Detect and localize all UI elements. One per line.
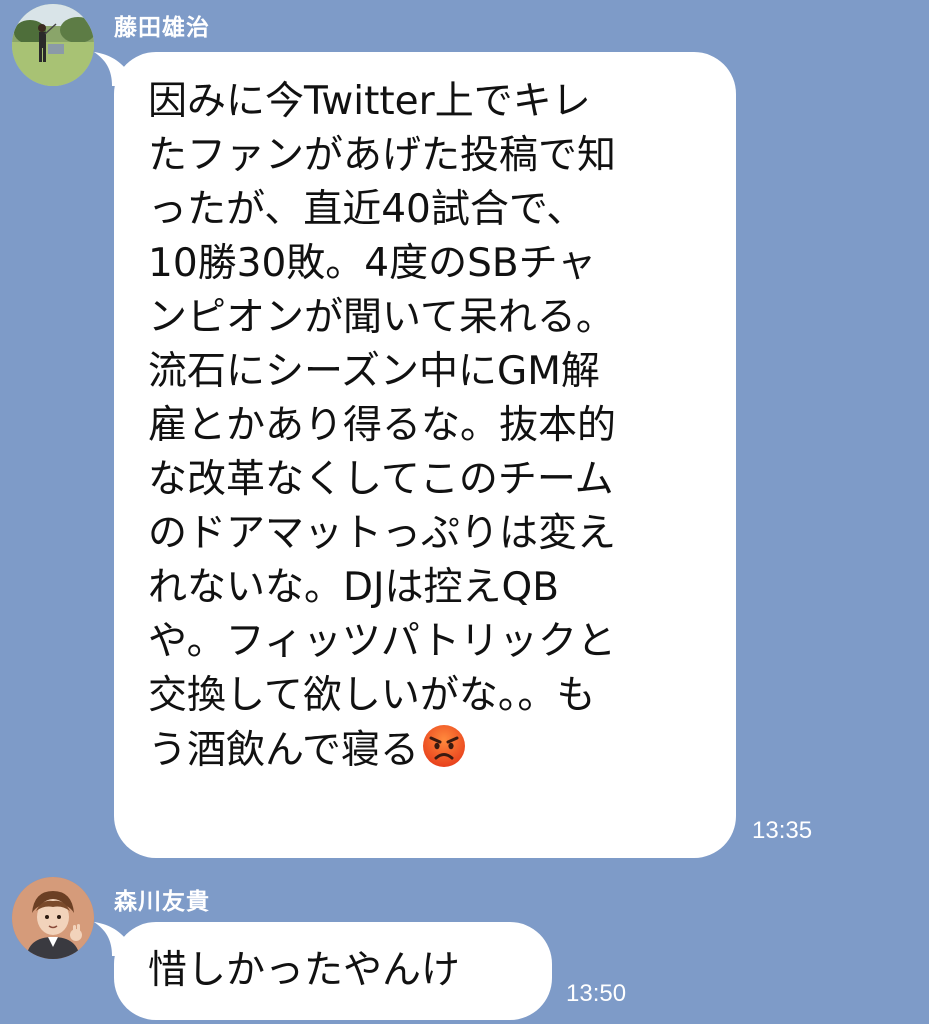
avatar[interactable] bbox=[12, 4, 94, 86]
message-line: 雇とかあり得るな。抜本的 bbox=[148, 403, 617, 448]
message-text: 惜しかったやんけ bbox=[148, 948, 461, 993]
avatar[interactable] bbox=[12, 877, 94, 959]
sender-name: 藤田雄治 bbox=[114, 15, 210, 41]
message-bubble[interactable]: 因みに今Twitter上でキレ たファンがあげた投稿で知 ったが、直近40試合で… bbox=[114, 52, 736, 858]
message-time: 13:35 bbox=[752, 817, 813, 844]
message-line: な改革なくしてこのチーム bbox=[148, 457, 614, 502]
message-line: のドアマットっぷりは変え bbox=[148, 511, 617, 556]
angry-face-icon bbox=[423, 725, 466, 767]
chat-view: 藤田雄治 因みに今Twitter上でキレ たファンがあげた投稿で知 ったが、直近… bbox=[0, 0, 929, 1024]
message-line: 交換して欲しいがな。。も bbox=[148, 673, 596, 718]
message-line-text: う酒飲んで寝る bbox=[148, 728, 420, 773]
message-line: 因みに今Twitter上でキレ bbox=[148, 79, 591, 124]
message-line: ったが、直近40試合で、 bbox=[148, 187, 586, 232]
message-line: ンピオンが聞いて呆れる。 bbox=[148, 295, 615, 340]
message-time: 13:50 bbox=[566, 980, 627, 1007]
message-line: や。フィッツパトリックと bbox=[148, 619, 617, 664]
message-line: たファンがあげた投稿で知 bbox=[148, 133, 617, 178]
message-line-last: う酒飲んで寝る bbox=[148, 723, 716, 777]
message-bubble[interactable]: 惜しかったやんけ bbox=[114, 922, 552, 1020]
message-line: 10勝30敗。4度のSBチャ bbox=[148, 241, 597, 286]
message-line: れないな。DJは控えQB bbox=[148, 565, 559, 610]
sender-name: 森川友貴 bbox=[114, 889, 210, 915]
message-line: 流石にシーズン中にGM解 bbox=[148, 349, 600, 394]
